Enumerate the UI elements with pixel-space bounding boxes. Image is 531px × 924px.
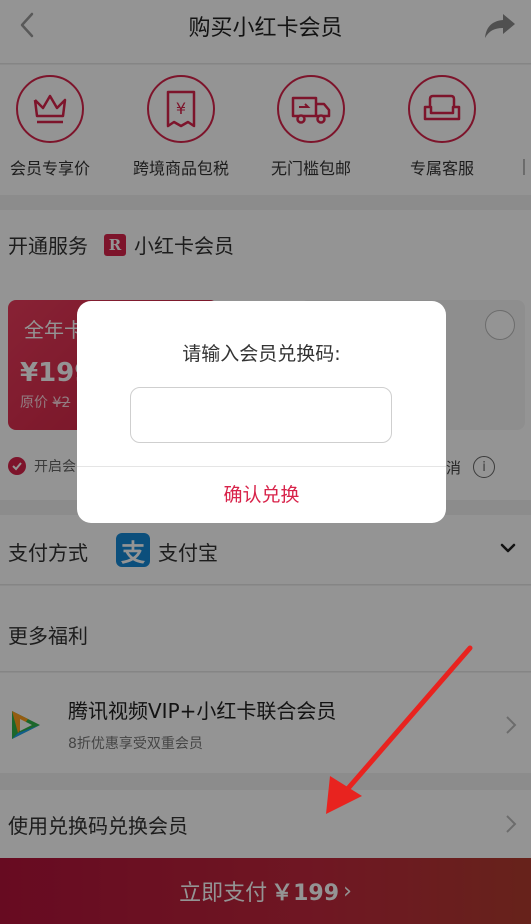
dialog-prompt: 请输入会员兑换码: [182,343,341,365]
confirm-redeem-button[interactable]: 确认兑换 [77,467,446,523]
redeem-code-input[interactable] [130,387,392,443]
redeem-code-dialog: 请输入会员兑换码: 确认兑换 [77,301,446,523]
